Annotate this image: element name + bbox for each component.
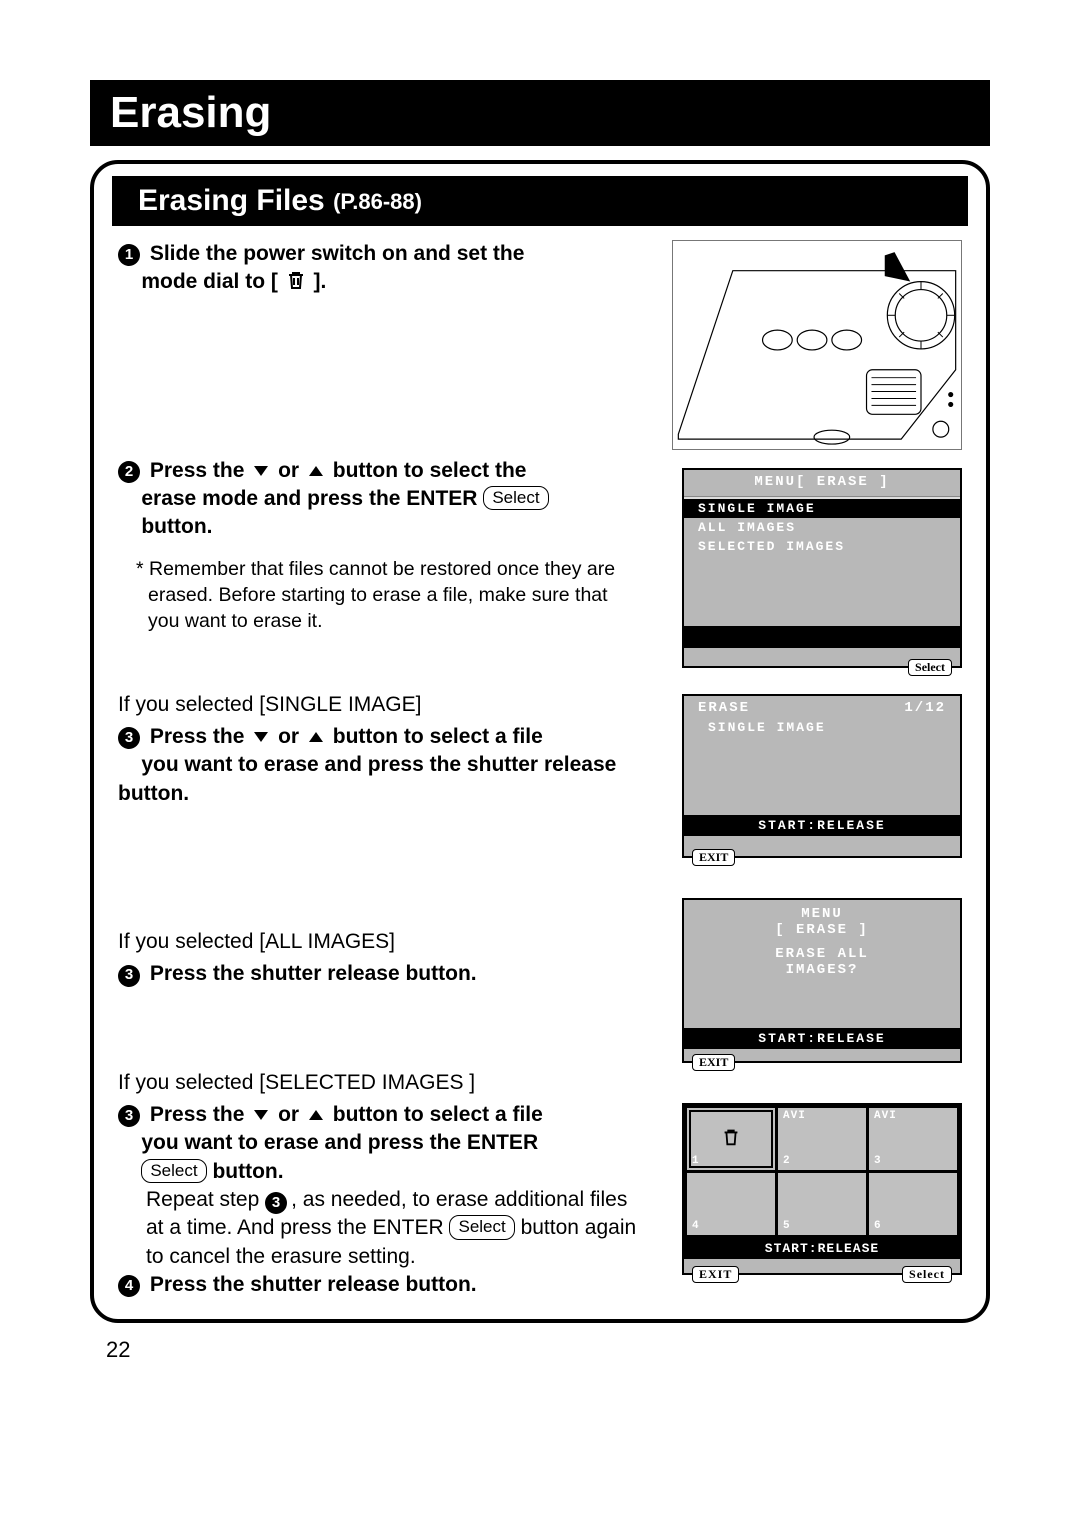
grid-cell-2: AVI 2 xyxy=(778,1108,866,1170)
step-2-note: * Remember that files cannot be restored… xyxy=(118,556,642,635)
exit-tag: EXIT xyxy=(692,849,735,866)
step-3-single: If you selected [SINGLE IMAGE] 3 Press t… xyxy=(118,691,642,808)
step-1-text-b: mode dial to [ xyxy=(141,270,278,293)
page-number: 22 xyxy=(90,1323,1010,1363)
step-4-text: Press the shutter release button. xyxy=(150,1273,477,1296)
step-2-text-b: or xyxy=(278,459,299,482)
down-arrow-icon xyxy=(254,732,268,742)
erase-selected-screen: 1 AVI 2 AVI 3 4 xyxy=(682,1103,962,1275)
down-arrow-icon xyxy=(254,1110,268,1120)
cell-top: AVI xyxy=(874,1110,897,1122)
illustration-column: MENU[ ERASE ] SINGLE IMAGE ALL IMAGES SE… xyxy=(652,240,962,1299)
select-button-label: Select xyxy=(449,1215,514,1239)
content-box: Erasing Files (P.86-88) 1 Slide the powe… xyxy=(90,160,990,1323)
menu-item-all: ALL IMAGES xyxy=(684,518,960,537)
select-button-label: Select xyxy=(483,486,548,510)
erase-count: 1/12 xyxy=(904,700,946,716)
grid-cell-4: 4 xyxy=(687,1173,775,1235)
step-1-text-a: Slide the power switch on and set the xyxy=(150,242,525,265)
step-3c-text-b: or xyxy=(278,1103,299,1126)
exit-tag: EXIT xyxy=(692,1054,735,1071)
grid-cell-5: 5 xyxy=(778,1173,866,1235)
start-release: START:RELEASE xyxy=(684,1238,960,1259)
erase-all-screen: MENU [ ERASE ] ERASE ALL IMAGES? START:R… xyxy=(682,898,962,1063)
select-tag: Select xyxy=(908,659,952,676)
condition-selected: If you selected [SELECTED IMAGES ] xyxy=(118,1069,642,1097)
step-3c-text-c: button to select a file xyxy=(333,1103,543,1126)
erase-title: ERASE xyxy=(698,700,750,716)
step-3a-text-c: button to select a file xyxy=(333,725,543,748)
step-3c-text-a: Press the xyxy=(150,1103,245,1126)
step-3b-text: Press the shutter release button. xyxy=(150,962,477,985)
step-number-4: 4 xyxy=(118,1275,140,1297)
step-number-1: 1 xyxy=(118,244,140,266)
repeat-step-num: 3 xyxy=(265,1192,287,1214)
manual-page: Erasing Erasing Files (P.86-88) 1 Slide … xyxy=(0,0,1080,1403)
step-number-3b: 3 xyxy=(118,965,140,987)
step-3c-text-e: button. xyxy=(212,1160,283,1183)
camera-illustration xyxy=(672,240,962,450)
down-arrow-icon xyxy=(254,466,268,476)
cell-num: 2 xyxy=(783,1155,791,1167)
step-number-3a: 3 xyxy=(118,727,140,749)
step-1: 1 Slide the power switch on and set the … xyxy=(118,240,642,297)
instructions-column: 1 Slide the power switch on and set the … xyxy=(118,240,642,1299)
select-button-label: Select xyxy=(141,1159,206,1183)
step-3-all: If you selected [ALL IMAGES] 3 Press the… xyxy=(118,928,642,989)
step-2-text-a: Press the xyxy=(150,459,245,482)
grid-cell-1: 1 xyxy=(687,1108,775,1170)
select-tag: Select xyxy=(902,1266,952,1283)
page-reference: (P.86-88) xyxy=(333,189,422,214)
sub-heading: Erasing Files (P.86-88) xyxy=(112,176,968,226)
step-2-text-d: erase mode and press the ENTER xyxy=(141,487,477,510)
step-3a-text-a: Press the xyxy=(150,725,245,748)
step-3-selected: If you selected [SELECTED IMAGES ] 3 Pre… xyxy=(118,1069,642,1300)
step-number-2: 2 xyxy=(118,461,140,483)
up-arrow-icon xyxy=(309,1110,323,1120)
erase-all-q2: IMAGES? xyxy=(690,962,954,978)
menu-item-single: SINGLE IMAGE xyxy=(684,499,960,518)
grid-cell-3: AVI 3 xyxy=(869,1108,957,1170)
cell-num: 5 xyxy=(783,1220,791,1232)
menu-item-selected: SELECTED IMAGES xyxy=(684,537,960,556)
repeat-a: Repeat step xyxy=(146,1188,259,1211)
sub-heading-text: Erasing Files xyxy=(138,184,325,217)
cell-top: AVI xyxy=(783,1110,806,1122)
exit-tag: EXIT xyxy=(692,1266,739,1283)
step-1-text-c: ]. xyxy=(314,270,327,293)
start-release: START:RELEASE xyxy=(684,1028,960,1049)
erase-line: [ ERASE ] xyxy=(690,922,954,938)
step-3a-text-b: or xyxy=(278,725,299,748)
erase-all-q1: ERASE ALL xyxy=(690,946,954,962)
menu-header: MENU[ ERASE ] xyxy=(684,470,960,497)
cell-num: 1 xyxy=(692,1155,700,1167)
step-number-3c: 3 xyxy=(118,1105,140,1127)
step-3a-text-d: you want to erase and press the shutter … xyxy=(118,753,616,804)
step-2: 2 Press the or button to select the eras… xyxy=(118,457,642,635)
step-3c-text-d: you want to erase and press the ENTER xyxy=(141,1131,538,1154)
trash-icon xyxy=(720,1126,742,1152)
up-arrow-icon xyxy=(309,732,323,742)
menu-line: MENU xyxy=(690,906,954,922)
cell-num: 4 xyxy=(692,1220,700,1232)
trash-icon xyxy=(284,268,308,292)
erase-single-screen: ERASE 1/12 SINGLE IMAGE START:RELEASE EX… xyxy=(682,694,962,858)
erase-menu-screen: MENU[ ERASE ] SINGLE IMAGE ALL IMAGES SE… xyxy=(682,468,962,668)
cell-num: 6 xyxy=(874,1220,882,1232)
start-release: START:RELEASE xyxy=(684,815,960,836)
section-title: Erasing xyxy=(90,80,990,146)
cell-num: 3 xyxy=(874,1155,882,1167)
up-arrow-icon xyxy=(309,466,323,476)
step-2-text-c: button to select the xyxy=(333,459,527,482)
condition-all: If you selected [ALL IMAGES] xyxy=(118,928,642,956)
step-2-text-e: button. xyxy=(141,515,212,538)
condition-single: If you selected [SINGLE IMAGE] xyxy=(118,691,642,719)
erase-mode: SINGLE IMAGE xyxy=(684,718,960,737)
grid-cell-6: 6 xyxy=(869,1173,957,1235)
